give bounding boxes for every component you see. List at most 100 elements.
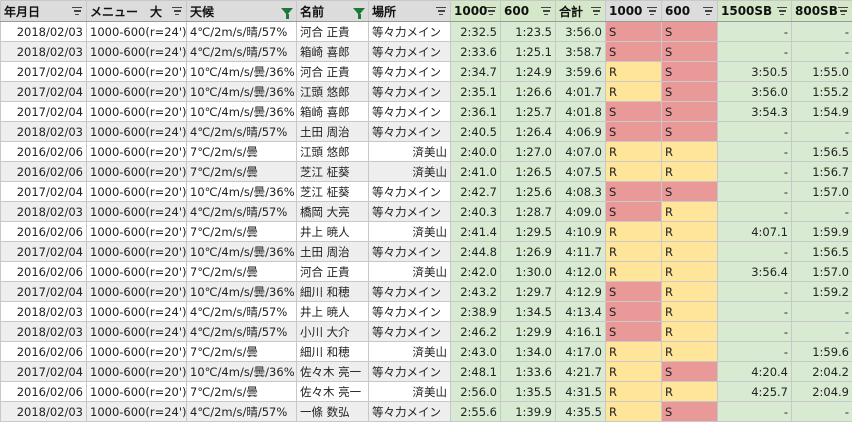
cell-t1000[interactable]: 2:40.0 [450,141,501,162]
cell-t600[interactable]: 1:39.9 [500,401,556,422]
cell-place[interactable]: 等々力メイン [368,61,451,82]
cell-name[interactable]: 佐々木 亮一 [296,361,369,382]
cell-t1000[interactable]: 2:33.6 [450,41,501,62]
cell-menu[interactable]: 1000-600(r=24') [86,401,187,422]
cell-menu[interactable]: 1000-600(r=24') [86,321,187,342]
cell-menu[interactable]: 1000-600(r=24') [86,21,187,42]
filter-lines-icon[interactable] [590,5,602,17]
cell-g1000[interactable]: R [605,81,662,102]
table-row[interactable]: 2018/02/03 1000-600(r=24') 4℃/2m/s/晴/57% 小川… [0,321,852,342]
cell-g1000[interactable]: R [605,221,662,242]
cell-place[interactable]: 等々力メイン [368,81,451,102]
cell-name[interactable]: 佐々木 亮一 [296,381,369,402]
cell-sb1500[interactable]: - [717,241,792,262]
cell-g1000[interactable]: S [605,21,662,42]
cell-name[interactable]: 箱崎 喜郎 [296,101,369,122]
cell-total[interactable]: 3:56.0 [555,21,606,42]
cell-total[interactable]: 4:01.8 [555,101,606,122]
cell-t600[interactable]: 1:25.7 [500,101,556,122]
column-header-weather[interactable]: 天候 [186,0,297,22]
cell-name[interactable]: 井上 暁人 [296,301,369,322]
cell-t600[interactable]: 1:29.9 [500,321,556,342]
cell-weather[interactable]: 7℃/2m/s/曇 [186,221,297,242]
cell-g600[interactable]: S [661,401,718,422]
cell-g600[interactable]: R [661,321,718,342]
cell-menu[interactable]: 1000-600(r=20') [86,61,187,82]
cell-menu[interactable]: 1000-600(r=24') [86,201,187,222]
cell-menu[interactable]: 1000-600(r=20') [86,81,187,102]
cell-g600[interactable]: R [661,161,718,182]
cell-weather[interactable]: 10℃/4m/s/曇/36% [186,61,297,82]
cell-t1000[interactable]: 2:42.7 [450,181,501,202]
cell-weather[interactable]: 10℃/4m/s/曇/36% [186,281,297,302]
cell-g600[interactable]: S [661,361,718,382]
table-row[interactable]: 2017/02/04 1000-600(r=20') 10℃/4m/s/曇/36% 土… [0,241,852,262]
table-row[interactable]: 2017/02/04 1000-600(r=20') 10℃/4m/s/曇/36% 佐… [0,361,852,382]
cell-t1000[interactable]: 2:40.3 [450,201,501,222]
cell-name[interactable]: 河合 正貴 [296,21,369,42]
filter-lines-icon[interactable] [776,5,788,17]
table-row[interactable]: 2018/02/03 1000-600(r=24') 4℃/2m/s/晴/57% 一條… [0,401,852,422]
cell-menu[interactable]: 1000-600(r=24') [86,121,187,142]
cell-g1000[interactable]: R [605,261,662,282]
cell-menu[interactable]: 1000-600(r=24') [86,301,187,322]
cell-date[interactable]: 2018/02/03 [0,321,87,342]
cell-menu[interactable]: 1000-600(r=20') [86,261,187,282]
cell-weather[interactable]: 4℃/2m/s/晴/57% [186,21,297,42]
cell-place[interactable]: 等々力メイン [368,281,451,302]
cell-date[interactable]: 2017/02/04 [0,281,87,302]
cell-name[interactable]: 河合 正貴 [296,261,369,282]
table-row[interactable]: 2017/02/04 1000-600(r=20') 10℃/4m/s/曇/36% 芝… [0,181,852,202]
cell-g600[interactable]: R [661,301,718,322]
cell-sb800[interactable]: 2:04.9 [791,381,852,402]
cell-date[interactable]: 2017/02/04 [0,241,87,262]
table-row[interactable]: 2018/02/03 1000-600(r=24') 4℃/2m/s/晴/57% 箱崎… [0,41,852,62]
cell-total[interactable]: 4:31.5 [555,381,606,402]
cell-total[interactable]: 4:12.9 [555,281,606,302]
cell-sb800[interactable]: 1:57.0 [791,261,852,282]
column-header-name[interactable]: 名前 [296,0,369,22]
column-header-place[interactable]: 場所 [368,0,451,22]
cell-sb800[interactable]: 1:55.0 [791,61,852,82]
cell-sb800[interactable]: 1:59.6 [791,341,852,362]
cell-name[interactable]: 土田 周治 [296,121,369,142]
column-header-t600[interactable]: 600 [500,0,556,22]
cell-t600[interactable]: 1:34.5 [500,301,556,322]
cell-menu[interactable]: 1000-600(r=24') [86,41,187,62]
cell-t1000[interactable]: 2:40.5 [450,121,501,142]
cell-sb800[interactable]: 1:57.0 [791,181,852,202]
filter-lines-icon[interactable] [435,5,447,17]
cell-g1000[interactable]: R [605,61,662,82]
cell-g1000[interactable]: R [605,381,662,402]
cell-sb1500[interactable]: - [717,301,792,322]
cell-weather[interactable]: 4℃/2m/s/晴/57% [186,321,297,342]
cell-g600[interactable]: S [661,101,718,122]
cell-sb1500[interactable]: - [717,281,792,302]
cell-weather[interactable]: 4℃/2m/s/晴/57% [186,121,297,142]
cell-total[interactable]: 4:06.9 [555,121,606,142]
cell-weather[interactable]: 4℃/2m/s/晴/57% [186,201,297,222]
cell-total[interactable]: 4:07.0 [555,141,606,162]
cell-total[interactable]: 4:09.0 [555,201,606,222]
cell-t600[interactable]: 1:25.6 [500,181,556,202]
cell-date[interactable]: 2018/02/03 [0,41,87,62]
table-row[interactable]: 2018/02/03 1000-600(r=24') 4℃/2m/s/晴/57% 橋岡… [0,201,852,222]
cell-sb800[interactable]: - [791,321,852,342]
cell-t600[interactable]: 1:28.7 [500,201,556,222]
cell-g600[interactable]: R [661,141,718,162]
table-row[interactable]: 2016/02/06 1000-600(r=20') 7℃/2m/s/曇 細川 和穂済… [0,341,852,362]
cell-t600[interactable]: 1:34.0 [500,341,556,362]
cell-date[interactable]: 2016/02/06 [0,381,87,402]
cell-weather[interactable]: 4℃/2m/s/晴/57% [186,41,297,62]
cell-place[interactable]: 等々力メイン [368,41,451,62]
cell-menu[interactable]: 1000-600(r=20') [86,281,187,302]
cell-place[interactable]: 等々力メイン [368,361,451,382]
cell-weather[interactable]: 4℃/2m/s/晴/57% [186,401,297,422]
cell-t1000[interactable]: 2:36.1 [450,101,501,122]
table-row[interactable]: 2018/02/03 1000-600(r=24') 4℃/2m/s/晴/57% 河合… [0,21,852,42]
cell-place[interactable]: 済美山 [368,141,451,162]
cell-date[interactable]: 2016/02/06 [0,161,87,182]
cell-place[interactable]: 等々力メイン [368,321,451,342]
cell-place[interactable]: 等々力メイン [368,181,451,202]
cell-g1000[interactable]: R [605,341,662,362]
